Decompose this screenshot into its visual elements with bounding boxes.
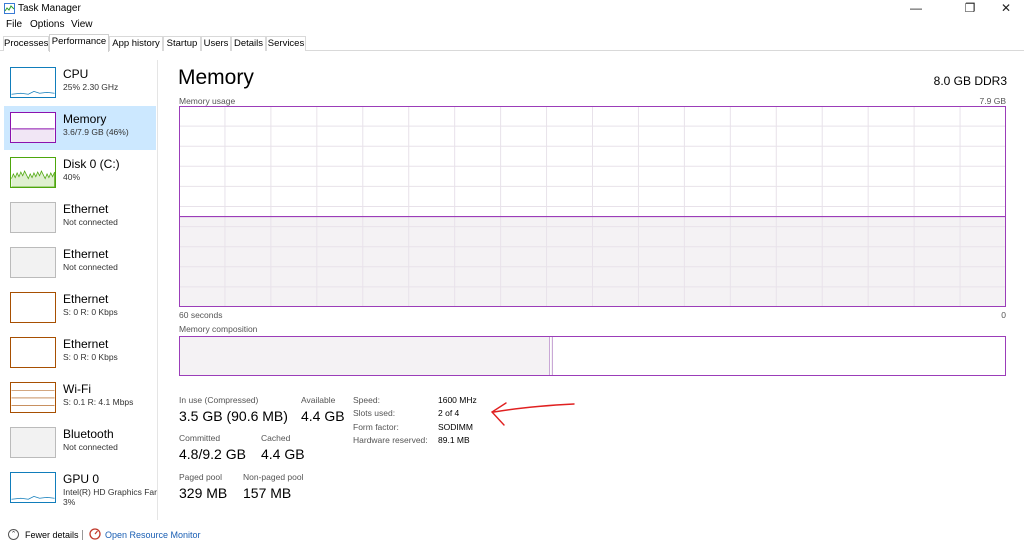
- non-paged-pool-value: 157 MB: [243, 485, 292, 501]
- sidebar-item-detail: Intel(R) HD Graphics Far: [63, 487, 157, 497]
- sidebar-item-ethernet[interactable]: Ethernet S: 0 R: 0 Kbps: [4, 286, 156, 330]
- sidebar-item-label: Memory: [63, 112, 107, 126]
- cached-label: Cached: [261, 433, 291, 443]
- sidebar-item-label: Disk 0 (C:): [63, 157, 120, 171]
- composition-in-use: [180, 337, 550, 375]
- sidebar-item-detail: S: 0 R: 0 Kbps: [63, 352, 118, 362]
- menu-view[interactable]: View: [71, 19, 93, 30]
- sidebar-item-label: GPU 0: [63, 472, 100, 486]
- sidebar-item-detail: S: 0 R: 0 Kbps: [63, 307, 118, 317]
- tab-processes[interactable]: Processes: [3, 36, 49, 51]
- memory-usage-max: 7.9 GB: [979, 96, 1006, 106]
- in-use-label: In use (Compressed): [179, 395, 259, 405]
- sidebar-item-disk-0-c[interactable]: Disk 0 (C:) 40%: [4, 151, 156, 195]
- memory-usage-label: Memory usage: [179, 96, 236, 106]
- cpu-graph-icon: [10, 67, 56, 98]
- speed-label: Speed:: [353, 395, 380, 405]
- task-manager-icon: [4, 3, 15, 14]
- tab-bar: Processes Performance App history Startu…: [0, 34, 1024, 52]
- disk-graph-icon: [10, 157, 56, 188]
- sidebar-item-detail-2: 3%: [63, 497, 76, 507]
- ethernet-graph-icon: [10, 202, 56, 233]
- menu-options[interactable]: Options: [30, 19, 64, 30]
- open-resource-monitor-link[interactable]: Open Resource Monitor: [105, 530, 201, 540]
- slots-used-label: Slots used:: [353, 408, 396, 418]
- sidebar-item-label: Ethernet: [63, 292, 109, 306]
- sidebar-item-ethernet[interactable]: Ethernet Not connected: [4, 241, 156, 285]
- ethernet-graph-icon: [10, 247, 56, 278]
- sidebar-item-wi-fi[interactable]: Wi-Fi S: 0.1 R: 4.1 Mbps: [4, 376, 156, 420]
- sidebar-item-detail: 25% 2.30 GHz: [63, 82, 119, 92]
- minimize-button[interactable]: —: [901, 0, 931, 18]
- hardware-reserved-value: 89.1 MB: [438, 435, 470, 445]
- tab-startup[interactable]: Startup: [163, 36, 201, 51]
- committed-value: 4.8/9.2 GB: [179, 446, 246, 462]
- sidebar-item-detail: Not connected: [63, 262, 118, 272]
- available-value: 4.4 GB: [301, 408, 345, 424]
- sidebar-item-detail: 3.6/7.9 GB (46%): [63, 127, 129, 137]
- sidebar-item-gpu-0[interactable]: GPU 0 Intel(R) HD Graphics Far 3%: [4, 466, 157, 510]
- sidebar-item-bluetooth[interactable]: Bluetooth Not connected: [4, 421, 156, 465]
- time-zero-label: 0: [1001, 310, 1006, 320]
- tab-details[interactable]: Details: [231, 36, 266, 51]
- sidebar-item-ethernet[interactable]: Ethernet Not connected: [4, 196, 156, 240]
- ethernet-graph-icon: [10, 337, 56, 368]
- sidebar-item-label: Wi-Fi: [63, 382, 91, 396]
- tab-performance[interactable]: Performance: [49, 34, 109, 52]
- tab-app-history[interactable]: App history: [109, 36, 163, 51]
- red-arrow-annotation: [490, 402, 575, 426]
- close-button[interactable]: ✕: [991, 0, 1021, 18]
- in-use-value: 3.5 GB (90.6 MB): [179, 408, 288, 424]
- chevron-up-icon[interactable]: ⌃: [8, 529, 19, 540]
- resource-monitor-icon[interactable]: [89, 528, 101, 540]
- tab-services[interactable]: Services: [266, 36, 306, 51]
- sidebar-item-memory[interactable]: Memory 3.6/7.9 GB (46%): [4, 106, 156, 150]
- time-span-label: 60 seconds: [179, 310, 223, 320]
- sidebar-item-detail: 40%: [63, 172, 81, 182]
- sidebar-item-detail: S: 0.1 R: 4.1 Mbps: [63, 397, 134, 407]
- sidebar-item-ethernet[interactable]: Ethernet S: 0 R: 0 Kbps: [4, 331, 156, 375]
- non-paged-pool-label: Non-paged pool: [243, 472, 304, 482]
- tab-users[interactable]: Users: [201, 36, 231, 51]
- bluetooth-graph-icon: [10, 427, 56, 458]
- composition-modified: [551, 337, 553, 375]
- memory-graph-icon: [10, 112, 56, 143]
- memory-composition-label: Memory composition: [179, 324, 258, 334]
- window-title: Task Manager: [18, 3, 81, 14]
- speed-value: 1600 MHz: [438, 395, 477, 405]
- available-label: Available: [301, 395, 336, 405]
- wifi-graph-icon: [10, 382, 56, 413]
- memory-composition-bar: [179, 336, 1006, 376]
- gpu-graph-icon: [10, 472, 56, 503]
- sidebar-item-label: Ethernet: [63, 247, 109, 261]
- sidebar-item-label: Ethernet: [63, 337, 109, 351]
- paged-pool-label: Paged pool: [179, 472, 223, 482]
- form-factor-label: Form factor:: [353, 422, 399, 432]
- cached-value: 4.4 GB: [261, 446, 305, 462]
- sidebar-item-label: Bluetooth: [63, 427, 114, 441]
- title-bar: Task Manager — ❐ ✕: [0, 0, 1024, 18]
- committed-label: Committed: [179, 433, 221, 443]
- slots-used-value: 2 of 4: [438, 408, 460, 418]
- form-factor-value: SODIMM: [438, 422, 473, 432]
- resource-sidebar: CPU 25% 2.30 GHz Memory 3.6/7.9 GB (46%) Dis…: [0, 60, 158, 520]
- page-title: Memory: [178, 66, 254, 89]
- footer: ⌃ Fewer details Open Resource Monitor: [0, 526, 1024, 544]
- hardware-reserved-label: Hardware reserved:: [353, 435, 428, 445]
- sidebar-item-cpu[interactable]: CPU 25% 2.30 GHz: [4, 61, 156, 105]
- memory-total: 8.0 GB DDR3: [933, 74, 1007, 88]
- menu-file[interactable]: File: [6, 19, 22, 30]
- sidebar-item-detail: Not connected: [63, 442, 118, 452]
- sidebar-item-label: CPU: [63, 67, 89, 81]
- maximize-button[interactable]: ❐: [955, 0, 985, 18]
- sidebar-item-label: Ethernet: [63, 202, 109, 216]
- sidebar-item-detail: Not connected: [63, 217, 118, 227]
- ethernet-graph-icon: [10, 292, 56, 323]
- footer-divider: [82, 530, 83, 540]
- fewer-details-link[interactable]: Fewer details: [25, 530, 79, 540]
- memory-usage-graph: [179, 106, 1006, 307]
- paged-pool-value: 329 MB: [179, 485, 228, 501]
